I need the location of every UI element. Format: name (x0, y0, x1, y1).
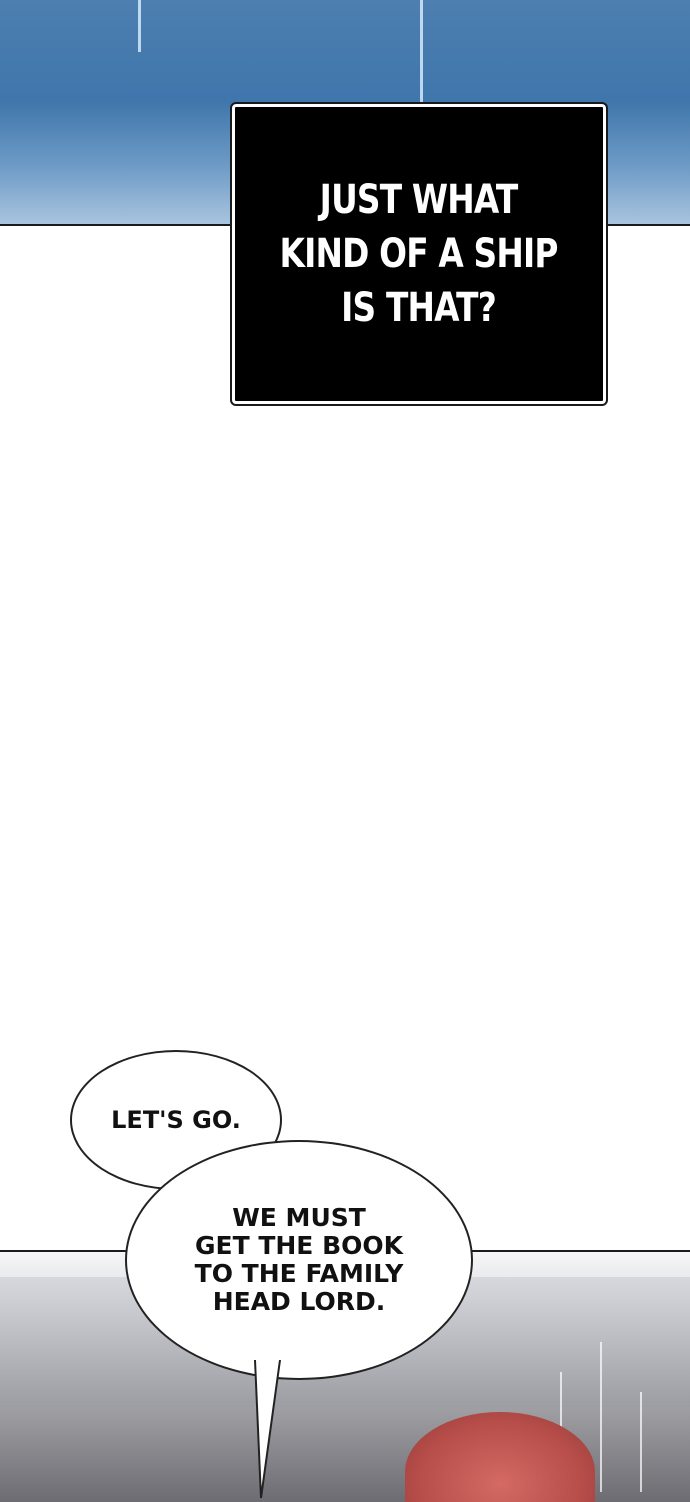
narration-caption-text: JUST WHAT KIND OF A SHIP IS THAT? (279, 177, 559, 331)
speech-bubble-tail (253, 1360, 282, 1499)
light-streak (420, 0, 423, 110)
speed-line (640, 1392, 642, 1492)
speed-line (600, 1342, 602, 1492)
narration-caption-box: JUST WHAT KIND OF A SHIP IS THAT? (230, 102, 608, 406)
character-red-hair (405, 1412, 595, 1502)
speech-bubble-2: WE MUST GET THE BOOK TO THE FAMILY HEAD … (125, 1140, 473, 1380)
light-streak (138, 0, 141, 52)
